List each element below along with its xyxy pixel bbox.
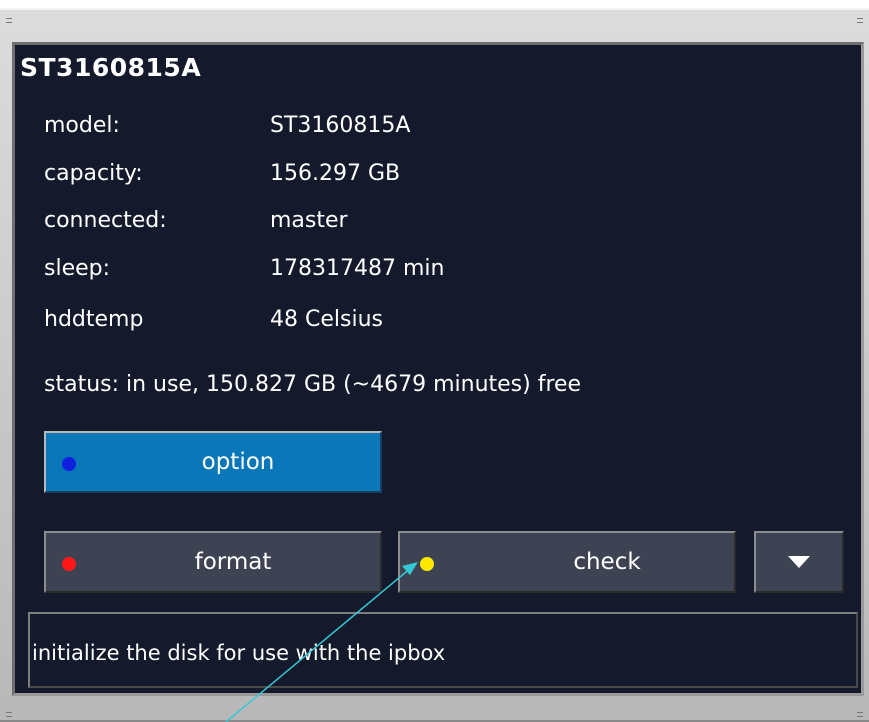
connected-label: connected:	[44, 208, 167, 233]
window-grip-icon	[6, 712, 12, 717]
help-text: initialize the disk for use with the ipb…	[32, 641, 446, 665]
model-label: model:	[44, 113, 120, 138]
window-grip-icon	[857, 712, 863, 717]
connected-value: master	[270, 208, 348, 233]
window-grip-icon	[857, 18, 863, 23]
option-button[interactable]: option	[44, 431, 382, 493]
sleep-label: sleep:	[44, 256, 111, 281]
red-dot-icon	[62, 557, 76, 571]
format-button-label: format	[194, 549, 272, 575]
yellow-dot-icon	[420, 557, 434, 571]
disk-title: ST3160815A	[20, 53, 202, 82]
option-button-label: option	[201, 449, 275, 475]
hddtemp-label: hddtemp	[44, 307, 144, 332]
check-button[interactable]: check	[398, 531, 736, 593]
capacity-label: capacity:	[44, 161, 143, 186]
triangle-down-icon	[756, 533, 842, 591]
disk-status: status: in use, 150.827 GB (~4679 minute…	[44, 372, 582, 397]
blue-dot-icon	[62, 457, 76, 471]
hddtemp-value: 48 Celsius	[270, 307, 383, 332]
model-value: ST3160815A	[270, 113, 411, 138]
capacity-value: 156.297 GB	[270, 161, 401, 186]
more-options-button[interactable]	[754, 531, 844, 593]
check-button-label: check	[573, 549, 641, 575]
window-grip-icon	[6, 18, 12, 23]
sleep-value: 178317487 min	[270, 256, 445, 281]
format-button[interactable]: format	[44, 531, 382, 593]
